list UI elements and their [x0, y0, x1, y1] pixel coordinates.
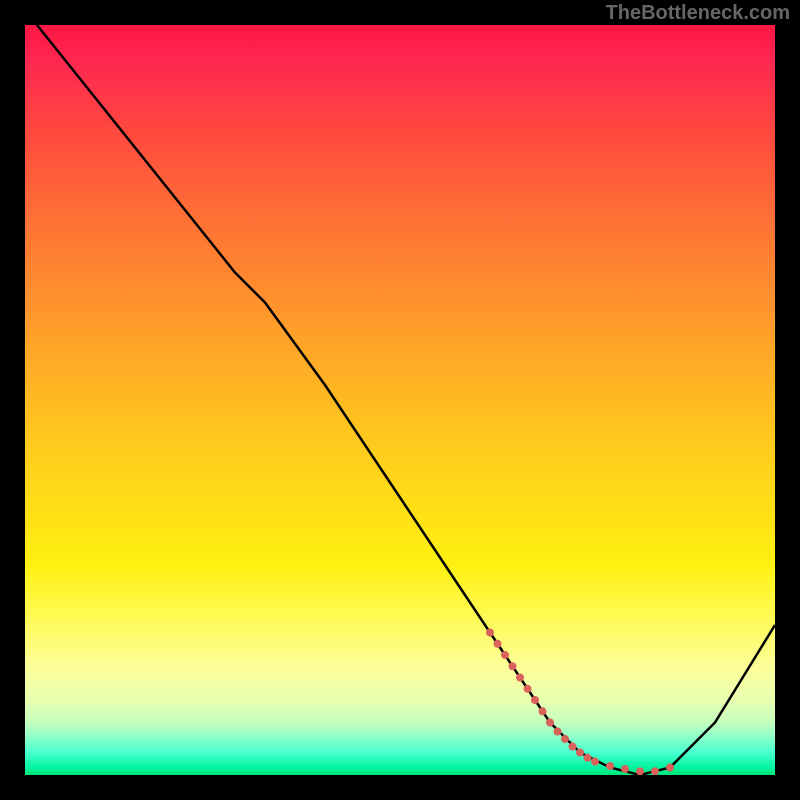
highlight-dot: [494, 640, 502, 648]
highlight-dot: [546, 719, 554, 727]
watermark-text: TheBottleneck.com: [606, 2, 790, 25]
highlight-dot: [666, 764, 674, 772]
highlight-dot: [539, 707, 547, 715]
highlight-dot: [501, 651, 509, 659]
highlight-dot: [576, 749, 584, 757]
highlight-dot: [651, 767, 659, 775]
highlight-dot: [606, 762, 614, 770]
plot-area: [25, 25, 775, 775]
highlight-dots-group: [486, 629, 674, 776]
chart-container: TheBottleneck.com: [0, 0, 800, 800]
highlight-dot: [516, 674, 524, 682]
highlight-dot: [531, 696, 539, 704]
highlight-dot: [584, 754, 592, 762]
highlight-dot: [554, 728, 562, 736]
highlight-dot: [561, 735, 569, 743]
highlight-dot: [486, 629, 494, 637]
curve-overlay: [25, 25, 775, 775]
highlight-dot: [509, 662, 517, 670]
highlight-dot: [569, 743, 577, 751]
highlight-dot: [621, 765, 629, 773]
bottleneck-curve-path: [25, 25, 775, 775]
highlight-dot: [636, 767, 644, 775]
highlight-dot: [524, 685, 532, 693]
highlight-dot: [591, 758, 599, 766]
